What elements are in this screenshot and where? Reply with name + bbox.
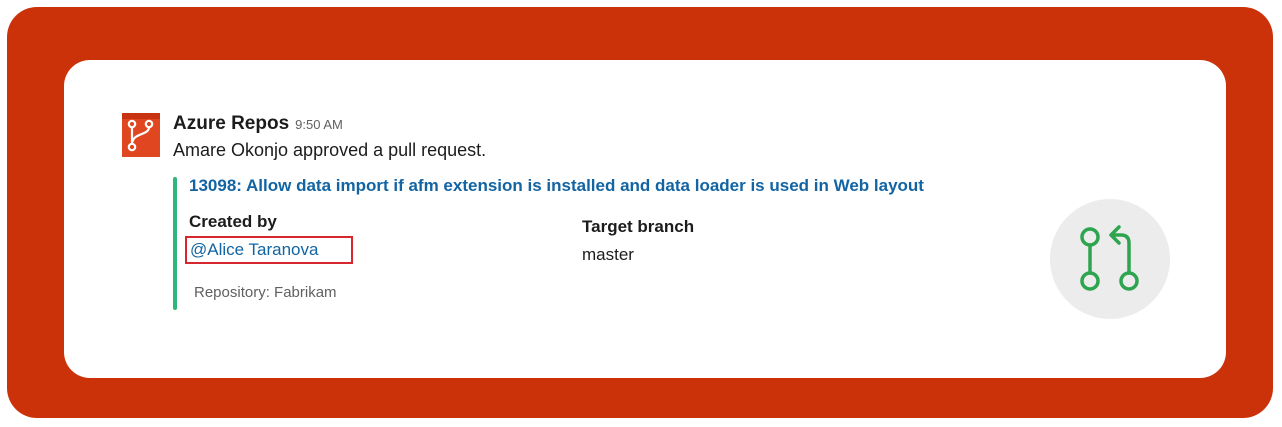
screenshot-frame: Azure Repos 9:50 AM Amare Okonjo approve… (7, 7, 1273, 418)
pull-request-thumbnail (1050, 199, 1170, 319)
message-header: Azure Repos 9:50 AM (173, 113, 343, 137)
repository-footer: Repository: Fabrikam (194, 284, 337, 301)
created-by-label: Created by (189, 212, 277, 231)
pull-request-icon (1080, 225, 1139, 291)
target-branch-value: master (582, 245, 634, 264)
message-text: Amare Okonjo approved a pull request. (173, 140, 487, 160)
target-branch-label: Target branch (582, 217, 695, 236)
message-timestamp[interactable]: 9:50 AM (295, 117, 343, 132)
app-name[interactable]: Azure Repos (173, 113, 289, 135)
attachment-color-bar (173, 177, 177, 310)
pull-request-title-link[interactable]: 13098: Allow data import if afm extensio… (189, 176, 924, 196)
azure-repos-icon[interactable] (120, 111, 162, 159)
message-card: Azure Repos 9:50 AM Amare Okonjo approve… (64, 60, 1226, 378)
creator-mention-link[interactable]: @Alice Taranova (185, 236, 353, 264)
